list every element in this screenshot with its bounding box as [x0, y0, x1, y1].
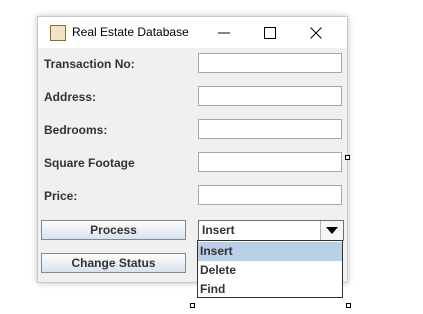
maximize-icon: [264, 27, 276, 39]
dropdown-option-delete[interactable]: Delete: [198, 261, 342, 280]
price-label: Price:: [44, 189, 78, 203]
process-button[interactable]: Process: [41, 220, 186, 240]
title-bar[interactable]: Real Estate Database: [38, 17, 347, 48]
resize-handle-bottom[interactable]: [190, 303, 195, 308]
bedrooms-field[interactable]: [198, 119, 342, 139]
combobox-selected-value: Insert: [202, 223, 235, 237]
maximize-button[interactable]: [247, 17, 293, 48]
minimize-icon: [218, 32, 230, 34]
minimize-button[interactable]: [201, 17, 247, 48]
window-title: Real Estate Database: [72, 25, 189, 39]
combobox-arrow-button[interactable]: [320, 221, 343, 240]
close-button[interactable]: [293, 17, 339, 48]
resize-handle-corner[interactable]: [346, 303, 351, 308]
chevron-down-icon: [326, 227, 338, 234]
transaction-no-field[interactable]: [198, 53, 342, 73]
transaction-no-label: Transaction No:: [44, 57, 135, 71]
address-label: Address:: [44, 90, 97, 104]
combobox-dropdown-list: Insert Delete Find: [197, 240, 343, 298]
change-status-button[interactable]: Change Status: [41, 253, 186, 273]
price-field[interactable]: [198, 185, 342, 205]
dropdown-option-find[interactable]: Find: [198, 280, 342, 299]
square-footage-field[interactable]: [198, 152, 342, 172]
close-icon: [310, 27, 322, 39]
action-combobox[interactable]: Insert: [198, 220, 344, 241]
dropdown-option-insert[interactable]: Insert: [198, 242, 342, 261]
resize-handle-right[interactable]: [345, 155, 350, 160]
java-app-icon: [50, 25, 66, 41]
square-footage-label: Square Footage: [44, 156, 135, 170]
bedrooms-label: Bedrooms:: [44, 123, 108, 137]
address-field[interactable]: [198, 86, 342, 106]
